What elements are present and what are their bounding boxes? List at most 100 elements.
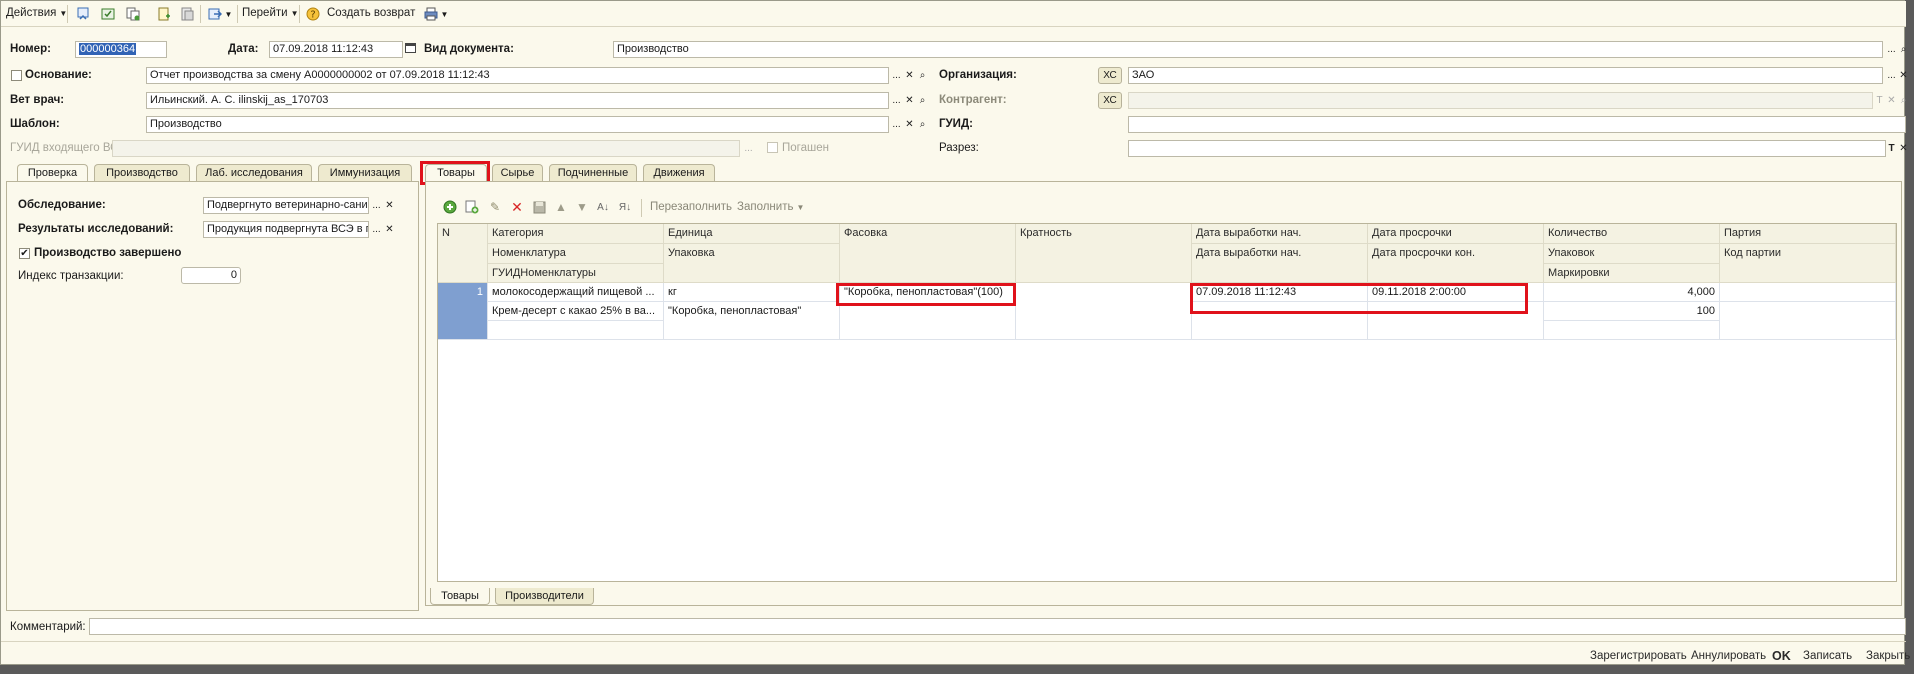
cell-packing[interactable]: "Коробка, пенопластовая"(100) xyxy=(840,283,1016,340)
col-header-package[interactable]: Упаковка xyxy=(664,244,840,283)
template-field[interactable]: Производство xyxy=(146,116,889,133)
help-icon[interactable]: ? xyxy=(305,6,321,22)
col-header-n[interactable]: N xyxy=(438,224,488,283)
col-header-quantity[interactable]: Количество xyxy=(1544,224,1720,244)
cell-markings[interactable] xyxy=(1544,321,1720,340)
col-header-batch[interactable]: Партия xyxy=(1720,224,1896,244)
basis-field[interactable]: Отчет производства за смену А0000000002 … xyxy=(146,67,889,84)
vet-field[interactable]: Ильинский. А. С. ilinskij_as_170703 xyxy=(146,92,889,109)
col-header-multiplicity[interactable]: Кратность xyxy=(1016,224,1192,283)
tab-raw-materials[interactable]: Сырье xyxy=(492,164,543,181)
date-field[interactable]: 07.09.2018 11:12:43 xyxy=(269,41,403,58)
basis-checkbox[interactable] xyxy=(11,70,22,81)
copy-document-icon[interactable] xyxy=(125,6,141,22)
cell-prod-date[interactable]: 07.09.2018 11:12:43 xyxy=(1192,283,1368,302)
cell-expiry-date[interactable]: 09.11.2018 2:00:00 xyxy=(1368,283,1544,302)
repaid-checkbox[interactable] xyxy=(767,142,778,153)
edit-row-icon[interactable]: ✎ xyxy=(487,199,503,215)
add-document-icon[interactable] xyxy=(156,6,172,22)
organization-field[interactable]: ЗАО xyxy=(1128,67,1883,84)
comment-field[interactable] xyxy=(89,618,1906,635)
col-header-nomenclature-guid[interactable]: ГУИДНоменклатуры xyxy=(488,264,664,283)
row-number-cell[interactable]: 1 xyxy=(438,283,488,340)
col-header-prod-date-start[interactable]: Дата выработки нач. xyxy=(1192,244,1368,283)
bottom-tab-manufacturers[interactable]: Производители xyxy=(495,588,594,605)
tab-goods[interactable]: Товары xyxy=(425,164,487,182)
cell-multiplicity[interactable] xyxy=(1016,283,1192,340)
col-header-prod-date[interactable]: Дата выработки нач. xyxy=(1192,224,1368,244)
refill-button[interactable]: Перезаполнить xyxy=(650,201,732,213)
results-select-button[interactable]: ... xyxy=(370,222,383,237)
vet-search-icon[interactable]: ⌕ xyxy=(916,93,929,108)
calendar-icon[interactable] xyxy=(404,42,417,57)
bottom-tab-goods[interactable]: Товары xyxy=(430,588,490,605)
exam-field[interactable]: Подвергнуто ветеринарно-сани xyxy=(203,197,369,214)
tx-index-field[interactable]: 0 xyxy=(181,267,241,284)
guid-field[interactable] xyxy=(1128,116,1906,133)
col-header-packages[interactable]: Упаковок xyxy=(1544,244,1720,264)
cell-nomenclature-guid[interactable] xyxy=(488,321,664,340)
results-field[interactable]: Продукция подвергнута ВСЭ в г xyxy=(203,221,369,238)
vet-clear-icon[interactable]: ✕ xyxy=(903,93,916,108)
register-button[interactable]: Зарегистрировать xyxy=(1590,650,1687,662)
cell-category[interactable]: молокосодержащий пищевой ... xyxy=(488,283,664,302)
counterparty-field[interactable] xyxy=(1128,92,1873,109)
col-header-nomenclature[interactable]: Номенклатура xyxy=(488,244,664,264)
sort-desc-icon[interactable]: Я↓ xyxy=(617,199,633,215)
cell-packages[interactable]: 100 xyxy=(1544,302,1720,321)
fill-menu[interactable]: Заполнить ▼ xyxy=(737,201,804,213)
tab-movements[interactable]: Движения xyxy=(643,164,715,181)
cell-unit[interactable]: кг xyxy=(664,283,840,302)
goto-menu[interactable]: Перейти ▼ xyxy=(242,7,299,19)
add-row-icon[interactable] xyxy=(442,199,458,215)
tab-lab-research[interactable]: Лаб. исследования xyxy=(196,164,312,181)
template-clear-icon[interactable]: ✕ xyxy=(903,117,916,132)
close-button[interactable]: Закрыть xyxy=(1866,650,1910,662)
cell-batch-code[interactable] xyxy=(1720,302,1896,340)
document-list-icon[interactable] xyxy=(179,6,195,22)
tab-subordinates[interactable]: Подчиненные xyxy=(549,164,637,181)
template-select-button[interactable]: ... xyxy=(890,117,903,132)
org-clear-icon[interactable]: ✕ xyxy=(1897,68,1910,83)
tab-immunization[interactable]: Иммунизация xyxy=(318,164,412,181)
number-field[interactable]: 000000364 xyxy=(75,41,167,58)
tab-production[interactable]: Производство xyxy=(94,164,190,181)
go-to-icon[interactable]: ▼ xyxy=(207,6,233,22)
exam-select-button[interactable]: ... xyxy=(370,198,383,213)
create-return-button[interactable]: Создать возврат xyxy=(327,7,415,19)
col-header-unit[interactable]: Единица xyxy=(664,224,840,244)
exam-clear-icon[interactable]: ✕ xyxy=(383,198,396,213)
section-field[interactable] xyxy=(1128,140,1886,157)
sort-asc-icon[interactable]: A↓ xyxy=(595,199,611,215)
incoming-guid-field[interactable] xyxy=(112,140,740,157)
end-edit-icon[interactable] xyxy=(531,199,547,215)
production-done-checkbox[interactable]: ✔ xyxy=(19,248,30,259)
section-clear-icon[interactable]: ✕ xyxy=(1897,141,1910,156)
cell-package[interactable]: "Коробка, пенопластовая" xyxy=(664,302,840,340)
annul-button[interactable]: Аннулировать xyxy=(1691,650,1766,662)
cell-nomenclature[interactable]: Крем-десерт с какао 25% в ва... xyxy=(488,302,664,321)
ok-button[interactable]: OK xyxy=(1772,649,1791,663)
results-clear-icon[interactable]: ✕ xyxy=(383,222,396,237)
tab-check[interactable]: Проверка xyxy=(17,164,88,182)
cell-expiry-date-end[interactable] xyxy=(1368,302,1544,340)
col-header-packing[interactable]: Фасовка xyxy=(840,224,1016,283)
basis-search-icon[interactable]: ⌕ xyxy=(916,68,929,83)
org-xc-button[interactable]: ХС xyxy=(1098,67,1122,84)
col-header-batch-code[interactable]: Код партии xyxy=(1720,244,1896,283)
goods-table[interactable]: N Категория Единица Фасовка Кратность Да… xyxy=(437,223,1897,582)
post-icon[interactable] xyxy=(100,6,116,22)
col-header-expiry-date[interactable]: Дата просрочки xyxy=(1368,224,1544,244)
doc-type-field[interactable]: Производство xyxy=(613,41,1883,58)
template-search-icon[interactable]: ⌕ xyxy=(916,117,929,132)
cell-batch[interactable] xyxy=(1720,283,1896,302)
cell-prod-date-start[interactable] xyxy=(1192,302,1368,340)
basis-clear-icon[interactable]: ✕ xyxy=(903,68,916,83)
actions-menu[interactable]: Действия ▼ xyxy=(6,7,67,19)
counterparty-search-icon[interactable]: ⌕ xyxy=(1897,93,1910,108)
basis-select-button[interactable]: ... xyxy=(890,68,903,83)
delete-row-icon[interactable]: ✕ xyxy=(509,199,525,215)
post-and-close-icon[interactable] xyxy=(75,6,91,22)
incoming-guid-select-button[interactable]: ... xyxy=(742,141,755,156)
print-icon[interactable]: ▼ xyxy=(423,6,449,22)
